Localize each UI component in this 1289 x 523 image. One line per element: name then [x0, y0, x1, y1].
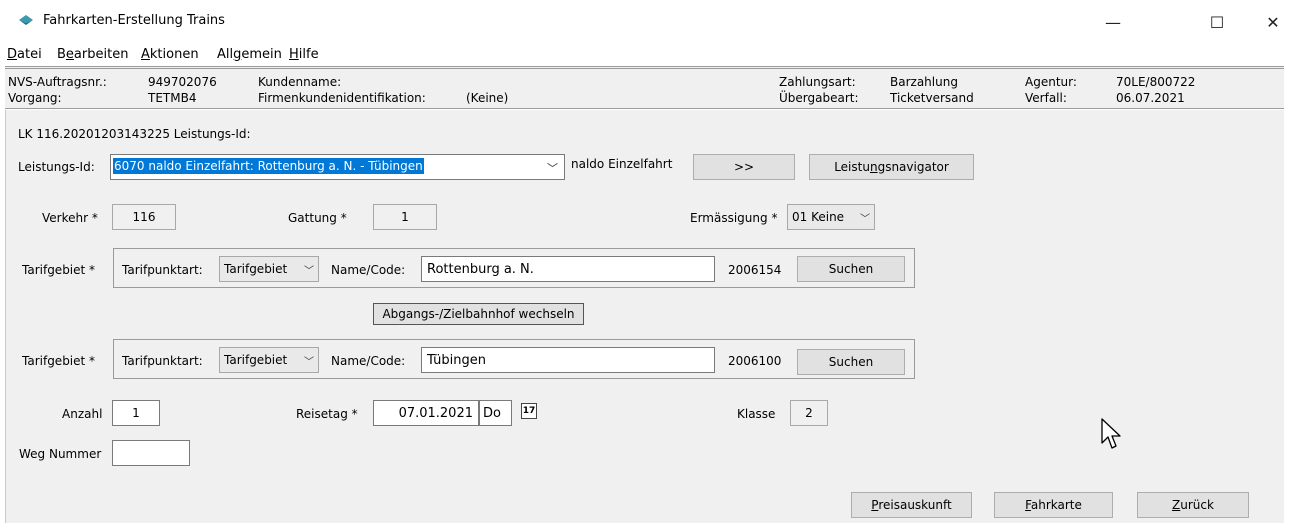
menu-aktionen[interactable]: Aktionen: [141, 47, 199, 62]
ermaessigung-select[interactable]: 01 Keine ﹀: [787, 204, 875, 230]
verfall-label: Verfall:: [1025, 91, 1067, 105]
weg-label: Weg Nummer: [19, 447, 102, 461]
anzahl-label: Anzahl: [62, 407, 103, 421]
menu-datei[interactable]: Datei: [7, 47, 42, 62]
form-header: LK 116.20201203143225 Leistungs-Id:: [18, 127, 251, 141]
gattung-field: 1: [373, 204, 437, 230]
minimize-icon: —: [1105, 12, 1121, 32]
tarif2-name-label: Name/Code:: [331, 354, 406, 368]
fahrkarte-label: Fahrkarte: [1025, 498, 1082, 512]
tarif2-punktart-select[interactable]: Tarifgebiet ﹀: [219, 347, 319, 373]
chevron-down-icon: ﹀: [304, 265, 314, 277]
verkehr-field: 116: [112, 204, 176, 230]
leistung-selected-value: 6070 naldo Einzelfahrt: Rottenburg a. N.…: [113, 158, 424, 174]
mouse-cursor-icon: [1101, 418, 1121, 449]
leistung-combobox[interactable]: 6070 naldo Einzelfahrt: Rottenburg a. N.…: [110, 154, 565, 180]
gattung-label: Gattung *: [288, 211, 347, 225]
uebergabe-value: Ticketversand: [890, 91, 974, 105]
firmen-label: Firmenkundenidentifikation:: [258, 91, 426, 105]
agentur-label: Agentur:: [1025, 75, 1077, 89]
order-info-panel: NVS-Auftragsnr.: 949702076 Vorgang: TETM…: [5, 66, 1284, 109]
minimize-button[interactable]: —: [1090, 9, 1136, 35]
leistung-label: Leistungs-Id:: [18, 160, 95, 174]
tarif1-search-button[interactable]: Suchen: [797, 256, 905, 282]
zahlung-label: Zahlungsart:: [779, 75, 856, 89]
navigator-label: Leistungsnavigator: [834, 160, 949, 174]
anzahl-input[interactable]: 1: [112, 400, 160, 426]
tarif2-punktart-value: Tarifgebiet: [224, 353, 288, 367]
maximize-icon: ☐: [1209, 12, 1225, 32]
weg-input[interactable]: [112, 440, 190, 466]
fahrkarte-button[interactable]: Fahrkarte: [994, 492, 1113, 518]
tarif1-punktart-value: Tarifgebiet: [224, 262, 288, 276]
kunde-label: Kundenname:: [258, 75, 342, 89]
tarif1-name-input[interactable]: Rottenburg a. N.: [421, 256, 715, 282]
vorgang-label: Vorgang:: [8, 91, 62, 105]
menu-bearbeiten[interactable]: Bearbeiten: [57, 47, 128, 62]
tarif2-name-input[interactable]: Tübingen: [421, 347, 715, 373]
tarif2-punktart-label: Tarifpunktart:: [122, 354, 203, 368]
ermaessigung-value: 01 Keine: [792, 210, 845, 224]
chevron-down-icon: ﹀: [304, 356, 314, 368]
auftrag-value: 949702076: [148, 75, 217, 89]
preisauskunft-label: Preisauskunft: [871, 498, 952, 512]
calendar-day: 17: [522, 406, 536, 416]
tarif2-label: Tarifgebiet *: [22, 354, 96, 368]
zahlung-value: Barzahlung: [890, 75, 958, 89]
tarif1-punktart-label: Tarifpunktart:: [122, 263, 203, 277]
leistungsnavigator-button[interactable]: Leistungsnavigator: [809, 154, 974, 180]
preisauskunft-button[interactable]: Preisauskunft: [851, 492, 972, 518]
agentur-value: 70LE/800722: [1116, 75, 1196, 89]
tarif2-search-button[interactable]: Suchen: [797, 349, 905, 375]
zurueck-label: Zurück: [1172, 498, 1214, 512]
menu-bar: Datei Bearbeiten Aktionen Allgemein Hilf…: [0, 44, 1289, 66]
verkehr-label: Verkehr *: [42, 211, 98, 225]
more-button[interactable]: >>: [693, 154, 795, 180]
vorgang-value: TETMB4: [148, 91, 197, 105]
maximize-button[interactable]: ☐: [1194, 9, 1240, 35]
tarif1-label: Tarifgebiet *: [22, 263, 96, 277]
uebergabe-label: Übergabeart:: [779, 91, 859, 105]
menu-allgemein[interactable]: Allgemein: [217, 47, 282, 62]
chevron-down-icon: ﹀: [860, 213, 870, 225]
menu-hilfe[interactable]: Hilfe: [289, 47, 319, 62]
verfall-value: 06.07.2021: [1116, 91, 1185, 105]
reisetag-label: Reisetag *: [296, 407, 358, 421]
window-title: Fahrkarten-Erstellung Trains: [43, 13, 225, 28]
app-logo-icon: [19, 15, 33, 25]
auftrag-label: NVS-Auftragsnr.:: [8, 75, 107, 89]
weekday-field: Do: [479, 400, 512, 426]
chevron-down-icon[interactable]: ﹀: [547, 160, 558, 176]
calendar-icon[interactable]: 17: [521, 403, 537, 419]
zurueck-button[interactable]: Zurück: [1137, 492, 1249, 518]
tarif2-code: 2006100: [728, 354, 782, 368]
ermaessigung-label: Ermässigung *: [690, 211, 778, 225]
close-icon: ✕: [1266, 12, 1280, 32]
reisetag-input[interactable]: 07.01.2021: [373, 400, 479, 426]
tarif1-name-label: Name/Code:: [331, 263, 406, 277]
tarif1-code: 2006154: [728, 263, 782, 277]
klasse-label: Klasse: [737, 407, 776, 421]
tarif1-punktart-select[interactable]: Tarifgebiet ﹀: [219, 256, 319, 282]
leistung-name: naldo Einzelfahrt: [571, 157, 673, 171]
close-button[interactable]: ✕: [1250, 9, 1289, 35]
klasse-field: 2: [790, 400, 828, 426]
swap-stations-button[interactable]: Abgangs-/Zielbahnhof wechseln: [373, 303, 584, 325]
firmen-value: (Keine): [466, 91, 509, 105]
